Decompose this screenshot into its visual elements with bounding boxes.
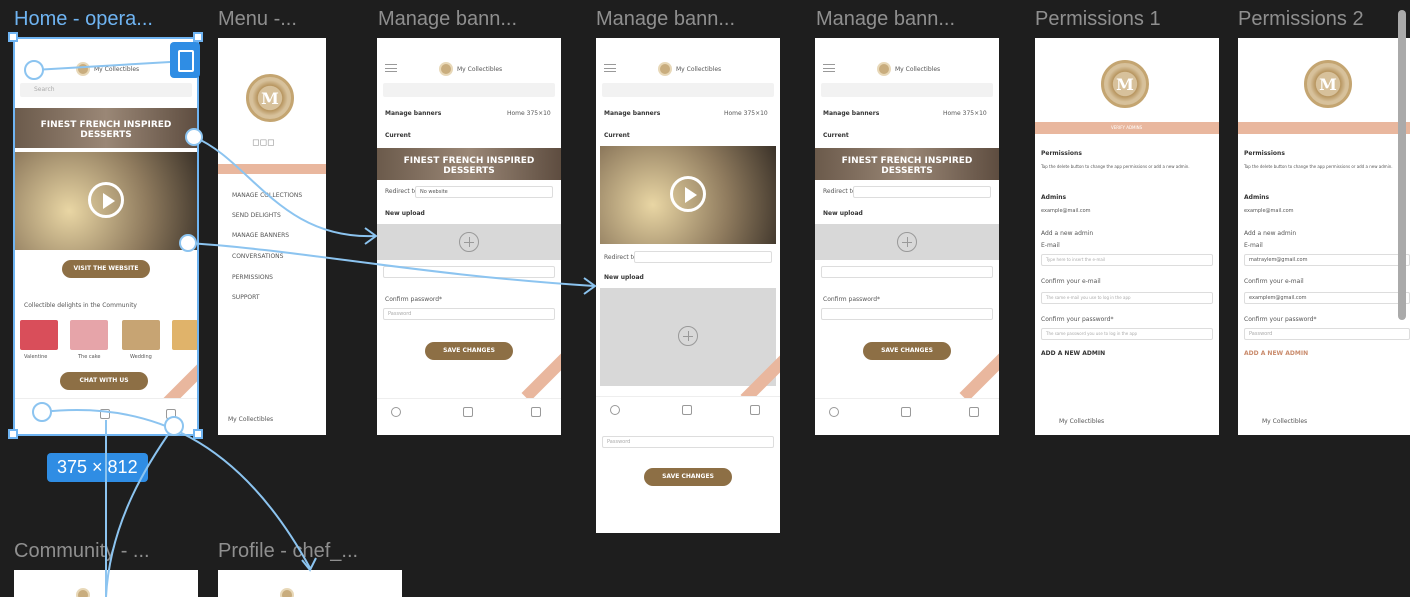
connection-node	[185, 128, 203, 146]
connection-line	[187, 242, 595, 287]
connection-node	[32, 402, 52, 422]
connection-line	[193, 136, 376, 238]
connection-line	[105, 425, 175, 597]
connection-line	[33, 61, 171, 71]
connection-node	[164, 416, 184, 436]
prototype-connections	[24, 60, 597, 597]
vertical-scrollbar[interactable]	[1398, 10, 1406, 320]
design-canvas: Home - opera... Menu -... Manage bann...…	[0, 0, 1410, 597]
connection-node	[179, 234, 197, 252]
connection-arrowhead	[301, 557, 317, 572]
connection-node	[24, 60, 44, 80]
